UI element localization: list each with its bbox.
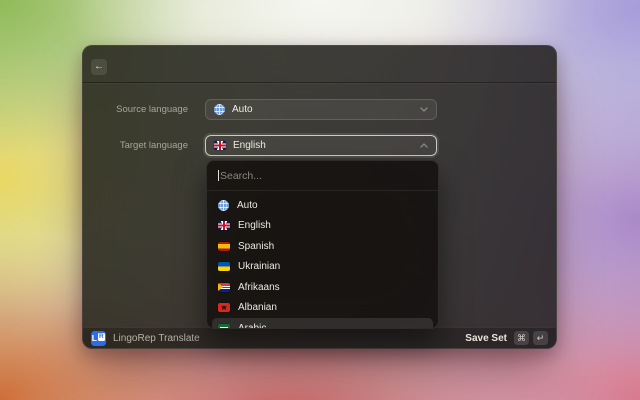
list-item-ukrainian[interactable]: Ukrainian [212,257,433,278]
list-item-label: Arabic [238,322,267,329]
list-item-label: Auto [237,199,258,211]
list-item-afrikaans[interactable]: Afrikaans [212,277,433,298]
target-language-value: English [233,140,266,151]
app-name: LingoRep Translate [113,332,200,344]
list-item-label: Ukrainian [238,261,281,273]
save-set-button[interactable]: Save Set ⌘ ↵ [465,331,548,345]
logo-letter-l: L [91,332,97,343]
target-language-select[interactable]: English [205,135,437,156]
chevron-up-icon [420,143,428,148]
source-language-select[interactable]: Auto [205,99,437,120]
flag-saudi-arabia-icon [218,323,230,328]
back-arrow-icon: ← [94,61,104,72]
list-item-auto[interactable]: Auto [212,195,433,216]
save-set-label: Save Set [465,332,507,344]
list-item-label: English [238,220,271,232]
logo-letter-r: R [97,332,106,341]
back-button[interactable]: ← [91,59,107,75]
list-item-spanish[interactable]: Spanish [212,236,433,257]
command-key-icon: ⌘ [514,331,529,345]
shortcut-keycaps: ⌘ ↵ [514,331,548,345]
target-language-label: Target language [119,140,188,151]
dropdown-search-row [207,161,438,190]
globe-icon [218,199,229,211]
flag-united-kingdom-icon [218,221,230,231]
lingorep-logo-icon: L R [91,330,106,346]
dropdown-search-input[interactable] [207,161,438,190]
footer-bar: L R LingoRep Translate Save Set ⌘ ↵ [83,327,556,348]
chevron-down-icon [420,107,428,112]
flag-south-africa-icon [218,282,230,292]
flag-albania-icon [218,303,230,313]
language-list: Auto English Spanish Ukrainian Afrikaans [207,191,438,329]
list-item-label: Albanian [238,302,277,314]
list-item-arabic[interactable]: Arabic [212,318,433,329]
globe-icon [214,104,225,115]
source-language-label: Source language [116,104,188,115]
flag-spain-icon [218,241,230,251]
text-caret [218,170,219,181]
return-key-icon: ↵ [533,331,548,345]
titlebar: ← [83,46,556,83]
flag-united-kingdom-icon [214,141,226,150]
language-dropdown-panel: Auto English Spanish Ukrainian Afrikaans [206,160,439,329]
list-item-label: Spanish [238,240,275,252]
app-window: ← Source language Auto Target language E… [82,45,557,349]
list-item-label: Afrikaans [238,281,280,293]
list-item-albanian[interactable]: Albanian [212,298,433,319]
desktop-background: ← Source language Auto Target language E… [0,0,640,400]
flag-ukraine-icon [218,262,230,272]
source-language-value: Auto [232,104,253,115]
list-item-english[interactable]: English [212,216,433,237]
